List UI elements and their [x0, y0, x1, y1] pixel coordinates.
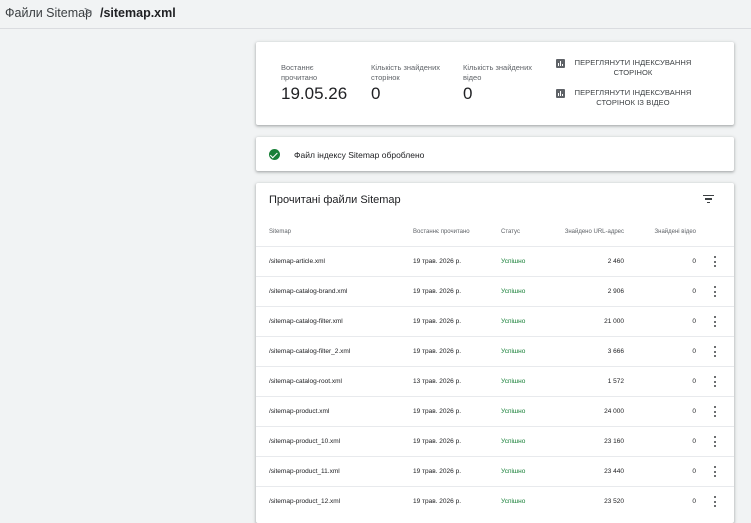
more-vert-icon[interactable] — [712, 256, 718, 268]
status-cell: Успішно — [501, 438, 526, 445]
videos-count-cell: 0 — [692, 468, 696, 475]
table-row[interactable]: /sitemap-article.xml 19 трав. 2026 р. Успі… — [256, 246, 734, 277]
last-read-label: Востаннє прочитано — [281, 63, 318, 82]
status-cell: Успішно — [501, 468, 526, 475]
more-vert-icon[interactable] — [712, 496, 718, 508]
last-read-cell: 19 трав. 2026 р. — [413, 348, 461, 355]
sitemap-cell: /sitemap-catalog-filter.xml — [269, 318, 343, 325]
status-message: Файл індексу Sitemap оброблено — [294, 150, 425, 160]
view-pages-indexing-label: ПЕРЕГЛЯНУТИ ІНДЕКСУВАННЯ СТОРІНОК — [574, 58, 692, 77]
status-cell: Успішно — [501, 288, 526, 295]
table-title: Прочитані файли Sitemap — [269, 194, 401, 206]
sitemap-cell: /sitemap-product_12.xml — [269, 498, 341, 505]
urls-count-cell: 24 000 — [604, 408, 624, 415]
table-row[interactable]: /sitemap-catalog-root.xml 13 трав. 2026 р… — [256, 366, 734, 397]
last-read-cell: 19 трав. 2026 р. — [413, 468, 461, 475]
videos-count-cell: 0 — [692, 318, 696, 325]
check-circle-icon — [269, 149, 280, 160]
column-header-last-read[interactable]: Востаннє прочитано — [413, 229, 470, 235]
view-pages-indexing-button[interactable]: ПЕРЕГЛЯНУТИ ІНДЕКСУВАННЯ СТОРІНОК — [556, 58, 706, 80]
videos-count-cell: 0 — [692, 438, 696, 445]
view-video-indexing-label: ПЕРЕГЛЯНУТИ ІНДЕКСУВАННЯ СТОРІНОК ІЗ ВІД… — [574, 88, 692, 107]
table-row[interactable]: /sitemap-catalog-brand.xml 19 трав. 2026 … — [256, 276, 734, 307]
sitemap-cell: /sitemap-article.xml — [269, 258, 325, 265]
bar-chart-icon — [556, 59, 565, 68]
last-read-cell: 19 трав. 2026 р. — [413, 438, 461, 445]
table-row[interactable]: /sitemap-product_10.xml 19 трав. 2026 р. У… — [256, 426, 734, 457]
last-read-cell: 19 трав. 2026 р. — [413, 288, 461, 295]
summary-card: Востаннє прочитано 19.05.26 Кількість зн… — [256, 42, 734, 125]
urls-count-cell: 3 666 — [607, 348, 624, 355]
urls-count-cell: 23 160 — [604, 438, 624, 445]
sitemap-cell: /sitemap-product.xml — [269, 408, 330, 415]
pages-found-value: 0 — [371, 84, 381, 103]
column-header-sitemap[interactable]: Sitemap — [269, 229, 291, 235]
table-row[interactable]: /sitemap-product_11.xml 19 трав. 2026 р. У… — [256, 456, 734, 487]
status-cell: Успішно — [501, 408, 526, 415]
bar-chart-icon — [556, 89, 565, 98]
videos-count-cell: 0 — [692, 498, 696, 505]
urls-count-cell: 2 460 — [607, 258, 624, 265]
pages-found-label: Кількість знайдених сторінок — [371, 63, 441, 82]
filter-icon[interactable] — [703, 195, 714, 203]
videos-found-label: Кількість знайдених відео — [463, 63, 533, 82]
column-header-urls[interactable]: Знайдено URL-адрес — [552, 229, 624, 235]
status-card: Файл індексу Sitemap оброблено — [256, 137, 734, 171]
status-cell: Успішно — [501, 318, 526, 325]
breadcrumb-current: /sitemap.xml — [100, 6, 176, 20]
videos-found-value: 0 — [463, 84, 473, 103]
breadcrumb-sitemaps-link[interactable]: Файли Sitemap — [5, 6, 92, 20]
videos-count-cell: 0 — [692, 258, 696, 265]
sitemap-cell: /sitemap-product_10.xml — [269, 438, 341, 445]
table-row[interactable]: /sitemap-catalog-filter.xml 19 трав. 2026… — [256, 306, 734, 337]
status-cell: Успішно — [501, 378, 526, 385]
last-read-cell: 13 трав. 2026 р. — [413, 378, 461, 385]
videos-count-cell: 0 — [692, 288, 696, 295]
table-row[interactable]: /sitemap-catalog-filter_2.xml 19 трав. 20… — [256, 336, 734, 367]
urls-count-cell: 23 520 — [604, 498, 624, 505]
more-vert-icon[interactable] — [712, 376, 718, 388]
table-row[interactable]: /sitemap-product.xml 19 трав. 2026 р. Успі… — [256, 396, 734, 427]
column-header-videos[interactable]: Знайдені відео — [636, 229, 696, 235]
view-video-indexing-button[interactable]: ПЕРЕГЛЯНУТИ ІНДЕКСУВАННЯ СТОРІНОК ІЗ ВІД… — [556, 88, 706, 110]
more-vert-icon[interactable] — [712, 466, 718, 478]
videos-count-cell: 0 — [692, 348, 696, 355]
last-read-cell: 19 трав. 2026 р. — [413, 408, 461, 415]
urls-count-cell: 23 440 — [604, 468, 624, 475]
status-cell: Успішно — [501, 258, 526, 265]
breadcrumb: Файли Sitemap > /sitemap.xml — [0, 0, 751, 29]
status-cell: Успішно — [501, 498, 526, 505]
table-row[interactable]: /sitemap-product_12.xml 19 трав. 2026 р. У… — [256, 486, 734, 517]
last-read-cell: 19 трав. 2026 р. — [413, 318, 461, 325]
urls-count-cell: 2 906 — [607, 288, 624, 295]
last-read-value: 19.05.26 — [281, 84, 348, 103]
more-vert-icon[interactable] — [712, 436, 718, 448]
sitemap-cell: /sitemap-catalog-root.xml — [269, 378, 342, 385]
last-read-cell: 19 трав. 2026 р. — [413, 498, 461, 505]
sitemap-cell: /sitemap-catalog-filter_2.xml — [269, 348, 351, 355]
sitemap-cell: /sitemap-product_11.xml — [269, 468, 340, 475]
last-read-cell: 19 трав. 2026 р. — [413, 258, 461, 265]
more-vert-icon[interactable] — [712, 316, 718, 328]
status-cell: Успішно — [501, 348, 526, 355]
more-vert-icon[interactable] — [712, 286, 718, 298]
urls-count-cell: 21 000 — [604, 318, 624, 325]
urls-count-cell: 1 572 — [607, 378, 624, 385]
videos-count-cell: 0 — [692, 378, 696, 385]
videos-count-cell: 0 — [692, 408, 696, 415]
sitemaps-table-card: Прочитані файли Sitemap Sitemap Востаннє… — [256, 183, 734, 523]
more-vert-icon[interactable] — [712, 346, 718, 358]
more-vert-icon[interactable] — [712, 406, 718, 418]
chevron-right-icon: > — [84, 3, 93, 19]
column-header-status[interactable]: Статус — [501, 229, 520, 235]
sitemap-cell: /sitemap-catalog-brand.xml — [269, 288, 348, 295]
